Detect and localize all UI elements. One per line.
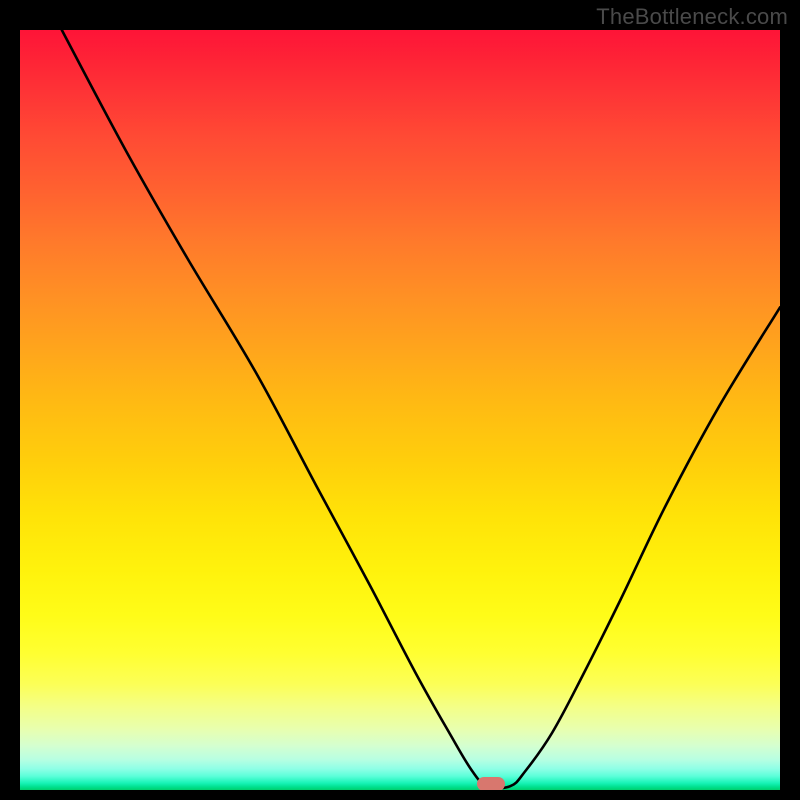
optimal-marker bbox=[477, 777, 505, 790]
curve-path bbox=[62, 30, 780, 788]
watermark-text: TheBottleneck.com bbox=[596, 4, 788, 30]
bottleneck-curve bbox=[20, 30, 780, 790]
plot-area bbox=[20, 30, 780, 790]
chart-frame: TheBottleneck.com bbox=[0, 0, 800, 800]
